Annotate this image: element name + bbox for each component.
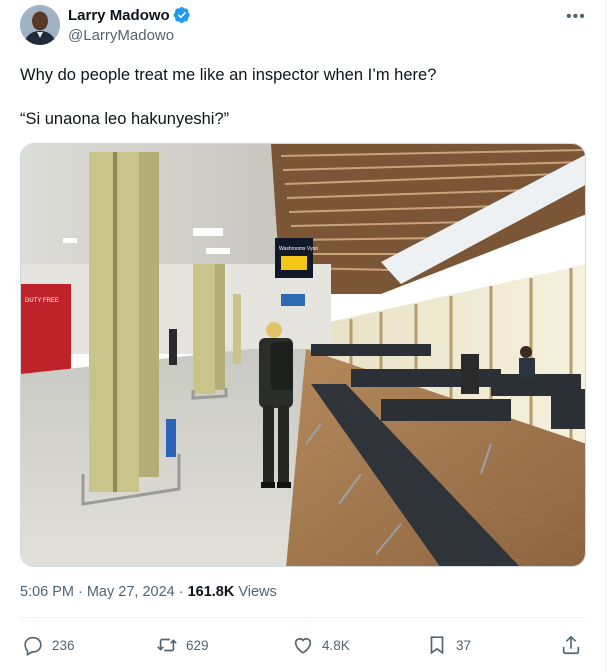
action-bar: 236 629 4.8K 37 — [20, 630, 586, 660]
meta-separator: · — [178, 584, 184, 600]
bookmark-count: 37 — [456, 637, 472, 653]
reply-count: 236 — [52, 637, 75, 653]
bookmark-button[interactable]: 37 — [426, 630, 471, 660]
repost-button[interactable]: 629 — [156, 630, 209, 660]
tweet-photo[interactable]: DUTY FREE Washrooms Vyoo — [20, 143, 586, 567]
airport-lounge-photo: DUTY FREE Washrooms Vyoo — [21, 144, 585, 566]
reply-button[interactable]: 236 — [22, 630, 75, 660]
author-handle[interactable]: @LarryMadowo — [68, 27, 174, 44]
display-name[interactable]: Larry Madowo — [68, 7, 170, 24]
tweet-line: “Si unaona leo hakunyeshi?” — [20, 110, 230, 128]
share-icon — [562, 635, 580, 655]
more-icon[interactable]: ••• — [566, 8, 586, 26]
heart-icon — [294, 637, 312, 654]
avatar-image — [20, 5, 60, 45]
author-name-row[interactable]: Larry Madowo — [68, 6, 191, 24]
divider — [20, 617, 586, 618]
verified-badge-icon — [173, 6, 190, 24]
tweet-time[interactable]: 5:06 PM — [20, 584, 74, 600]
sign-text: Washrooms Vyoo — [279, 246, 318, 252]
tweet-text: Why do people treat me like an inspector… — [20, 64, 580, 152]
views-count: 161.8K — [187, 584, 235, 600]
like-count: 4.8K — [322, 637, 350, 653]
shop-sign-text: DUTY FREE — [25, 298, 59, 304]
like-button[interactable]: 4.8K — [292, 630, 350, 660]
share-button[interactable] — [560, 630, 582, 660]
tweet-meta: 5:06 PM · May 27, 2024 · 161.8K Views — [20, 584, 277, 600]
tweet-date[interactable]: May 27, 2024 — [87, 584, 175, 600]
avatar[interactable] — [20, 5, 60, 45]
meta-separator: · — [78, 584, 83, 600]
reply-icon — [24, 636, 42, 656]
views-label: Views — [238, 584, 277, 600]
tweet-line: Why do people treat me like an inspector… — [20, 66, 437, 84]
repost-icon — [157, 638, 177, 652]
tweet-card: Larry Madowo @LarryMadowo ••• Why do peo… — [0, 0, 606, 672]
bookmark-icon — [430, 636, 444, 655]
repost-count: 629 — [186, 637, 209, 653]
